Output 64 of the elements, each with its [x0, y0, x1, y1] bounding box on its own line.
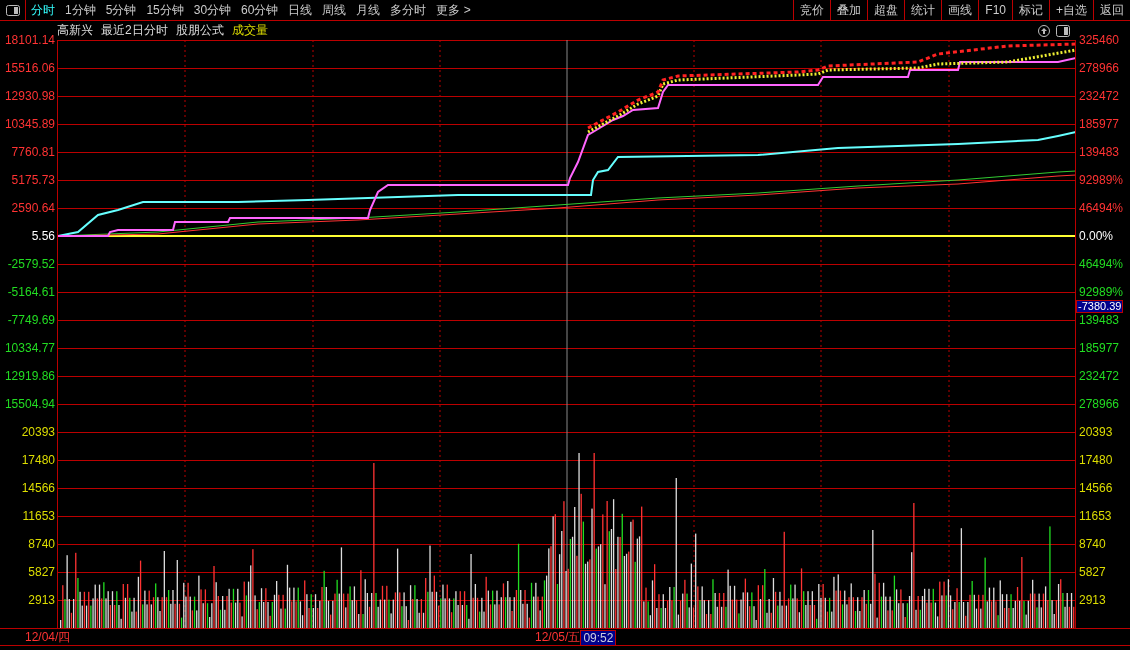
axis-label: 15516.06 [4, 61, 55, 75]
axis-label: 2590.64 [11, 201, 55, 215]
period-tab[interactable]: 多分时 [385, 0, 432, 20]
period-tab[interactable]: 日线 [283, 0, 318, 20]
axis-label: 10334.77 [4, 341, 55, 355]
period-tab[interactable]: 分时 [26, 0, 60, 20]
axis-label: 14566 [21, 481, 55, 495]
axis-label: 11653 [1079, 509, 1112, 523]
axis-label: 278966 [1079, 61, 1120, 75]
axis-label: 325460 [1079, 33, 1120, 47]
axis-label: -5164.61 [7, 285, 55, 299]
axis-label: 20393 [1079, 425, 1113, 439]
crosshair-value-tag: -7380.39 [1076, 300, 1124, 313]
axis-label: 15504.94 [4, 397, 55, 411]
axis-label: 2913 [1079, 593, 1106, 607]
axis-label: 185977 [1079, 117, 1120, 131]
axis-label: 18101.14 [4, 33, 55, 47]
axis-label: 11653 [22, 509, 55, 523]
axis-label: 92989% [1079, 173, 1124, 187]
axis-label: 2913 [28, 593, 55, 607]
period-tab[interactable]: 月线 [351, 0, 386, 20]
axis-label: 8740 [1079, 537, 1106, 551]
panel-toggle-icon[interactable] [1056, 24, 1070, 37]
axis-label: -2579.52 [7, 257, 55, 271]
axis-label: -7749.69 [7, 313, 55, 327]
axis-label: 12930.98 [4, 89, 55, 103]
upload-icon[interactable] [1038, 24, 1050, 37]
axis-label: 17480 [1079, 453, 1113, 467]
axis-label: 20393 [21, 425, 55, 439]
axis-label: 5175.73 [11, 173, 55, 187]
period-tab[interactable]: 1分钟 [60, 0, 101, 20]
axis-label: 278966 [1079, 397, 1120, 411]
axis-label: 5827 [1079, 565, 1106, 579]
axis-label: 8740 [28, 537, 55, 551]
axis-label: 10345.89 [4, 117, 55, 131]
axis-label: 46494% [1079, 201, 1124, 215]
axis-label: 7760.81 [11, 145, 55, 159]
panel-toggle-icon[interactable] [5, 4, 20, 16]
period-tab[interactable]: 15分钟 [141, 0, 189, 20]
period-tab[interactable]: 60分钟 [236, 0, 284, 20]
axis-label: 14566 [1079, 481, 1113, 495]
axis-label: 0.00% [1079, 229, 1114, 243]
axis-label: 92989% [1079, 285, 1124, 299]
date-label: 12/05/五 [535, 629, 581, 646]
indicator-label: 成交量 [231, 22, 268, 39]
axis-label: 12919.86 [4, 369, 55, 383]
axis-label: 139483 [1079, 313, 1120, 327]
period-tab[interactable]: 更多 > [431, 0, 476, 20]
axis-label: 232472 [1079, 89, 1120, 103]
formula-label: 股朋公式 [175, 22, 224, 39]
axis-label: 5827 [28, 565, 55, 579]
period-tab[interactable]: 30分钟 [188, 0, 237, 20]
axis-label: 232472 [1079, 369, 1120, 383]
crosshair-time-tag: 09:52 [580, 629, 617, 646]
period-label: 最近2日分时 [101, 22, 168, 39]
axis-label: 139483 [1079, 145, 1120, 159]
axis-label: 17480 [21, 453, 55, 467]
period-tab[interactable]: 周线 [317, 0, 352, 20]
period-tab[interactable]: 5分钟 [100, 0, 142, 20]
axis-label: 5.56 [31, 229, 55, 243]
axis-label: 46494% [1079, 257, 1124, 271]
axis-label: 185977 [1079, 341, 1120, 355]
stock-name: 高新兴 [57, 22, 93, 39]
date-label: 12/04/四 [25, 629, 72, 646]
